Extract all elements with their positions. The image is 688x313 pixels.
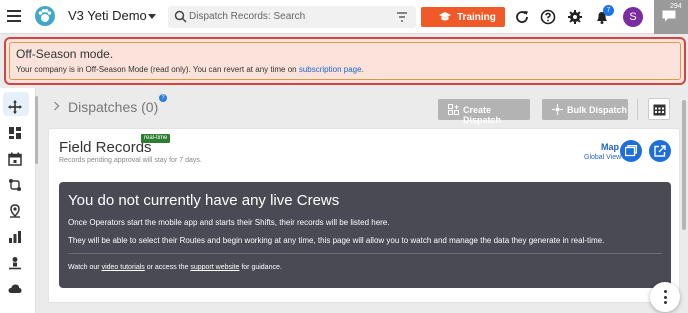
footer-prefix: Watch our [68,264,100,271]
bulk-dispatch-icon [552,104,563,115]
info-icon[interactable]: ? [159,94,167,102]
chart-icon[interactable] [8,230,22,244]
empty-state-footer: Watch our video tutorials or access the … [68,264,282,271]
training-button[interactable]: Training [421,7,505,27]
toolbar-divider [637,99,638,120]
field-records-card: Field Records real-time Records pending … [48,128,680,303]
real-time-badge: real-time [141,134,171,143]
support-website-link[interactable]: support website [190,264,239,271]
global-view-button[interactable] [620,140,642,162]
banner-title: Off-Season mode. [16,47,114,61]
create-dispatch-button[interactable]: Create Dispatch [438,99,530,125]
global-view-label: Global View [584,154,622,161]
routes-icon[interactable] [8,178,22,192]
paw-logo-icon[interactable] [34,5,56,27]
calendar-grid-icon [653,104,666,116]
calendar-grid-button[interactable] [648,98,670,120]
empty-state-divider [68,253,662,254]
refresh-icon[interactable] [514,9,530,25]
sidebar-scrollbar[interactable] [35,96,38,164]
training-label: Training [457,12,496,23]
app-title[interactable]: V3 Yeti Demo [68,8,147,23]
chat-count: 294 [670,3,682,10]
empty-state-title: You do not currently have any live Crews [68,192,340,209]
field-records-subtitle: Records pending approval will stay for 7… [59,157,202,164]
footer-suffix: for guidance. [241,264,282,271]
avatar[interactable]: S [623,7,643,27]
cloud-icon[interactable] [8,282,22,296]
dispatches-title[interactable]: Dispatches (0) [68,99,158,115]
field-records-title: Field Records [59,139,152,156]
subscription-page-link[interactable]: subscription page [299,65,362,74]
filter-icon[interactable] [396,11,408,23]
empty-state-panel: You do not currently have any live Crews… [59,182,671,288]
chat-icon [662,10,676,22]
empty-state-paragraph-2: They will be able to select their Routes… [68,236,605,245]
operator-icon[interactable] [8,256,22,270]
main-scrollbar[interactable] [682,100,686,230]
move-icon[interactable] [8,100,22,114]
map-link[interactable]: Map [601,142,619,152]
calendar-icon[interactable] [8,152,22,166]
footer-middle: or access the [146,264,189,271]
bulk-dispatch-button[interactable]: Bulk Dispatch [542,99,628,120]
map-pin-icon[interactable] [8,204,22,218]
bulk-dispatch-label: Bulk Dispatch [567,105,628,115]
gear-icon[interactable] [567,9,583,25]
external-link-icon [654,145,666,157]
graduation-cap-icon [439,12,451,21]
notification-badge: 7 [603,5,614,16]
create-dispatch-icon [448,104,459,115]
off-season-banner: Off-Season mode. Your company is in Off-… [4,37,686,85]
top-bar: V3 Yeti Demo Dispatch Records: Search Tr… [0,0,688,34]
search-icon [174,10,187,23]
empty-state-paragraph-1: Once Operators start the mobile app and … [68,218,390,227]
sidebar [0,88,36,313]
kebab-menu-button[interactable] [650,282,680,312]
banner-suffix: . [361,65,364,74]
menu-icon[interactable] [7,10,21,24]
open-external-button[interactable] [649,140,671,162]
dashboard-icon[interactable] [8,126,22,140]
help-icon[interactable] [540,9,556,25]
banner-text: Your company is in Off-Season Mode (read… [16,65,364,74]
search-placeholder: Dispatch Records: Search [189,11,306,22]
chevron-down-icon[interactable] [148,14,156,19]
search-input[interactable]: Dispatch Records: Search [168,6,416,28]
create-dispatch-label: Create Dispatch [463,105,502,125]
chevron-right-icon[interactable] [50,101,60,111]
banner-message: Your company is in Off-Season Mode (read… [16,65,297,74]
chat-button[interactable]: 294 [654,0,688,34]
video-tutorials-link[interactable]: video tutorials [102,264,145,271]
window-icon [625,145,637,157]
kebab-icon [663,290,667,293]
